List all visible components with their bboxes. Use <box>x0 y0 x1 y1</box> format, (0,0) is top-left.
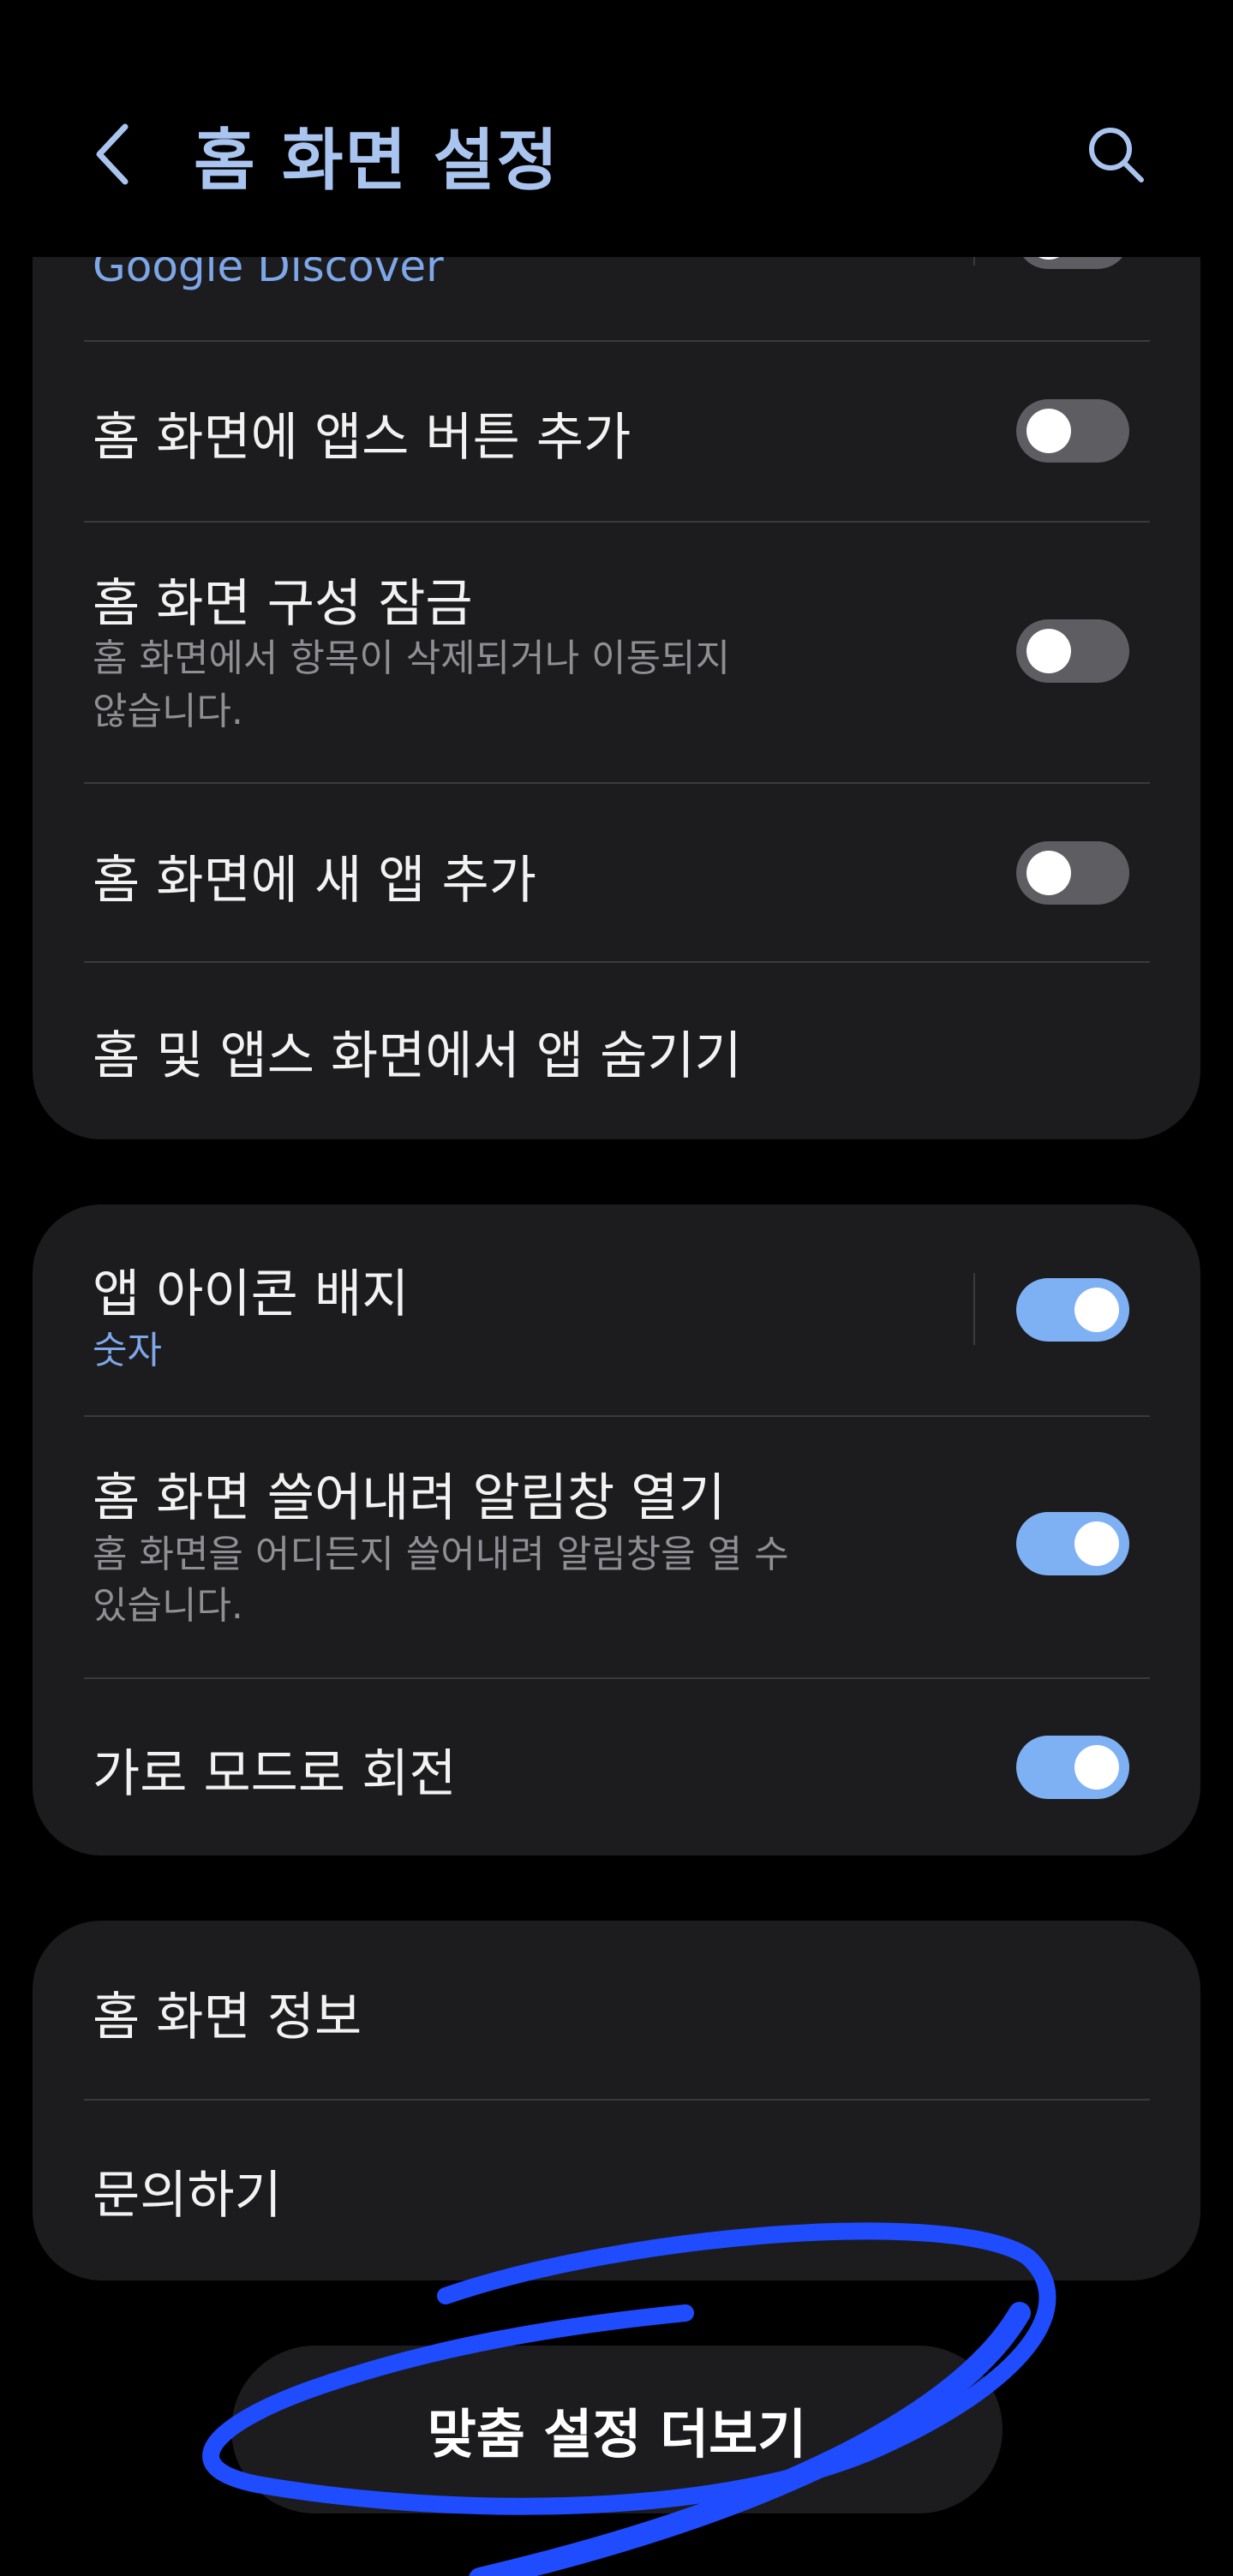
app-header: 홈 화면 설정 <box>0 0 1233 257</box>
home-info-label: 홈 화면 정보 <box>93 1987 362 2047</box>
toggle-knob <box>1074 1288 1119 1332</box>
lock-layout-label: 홈 화면 구성 잠금 <box>93 574 473 634</box>
toggle-knob <box>1074 1745 1119 1790</box>
add-new-apps-label: 홈 화면에 새 앱 추가 <box>93 851 536 911</box>
swipe-notifications-desc-2: 있습니다. <box>93 1584 243 1628</box>
lock-layout-desc-2: 않습니다. <box>93 690 243 733</box>
list-item-home-info[interactable]: 홈 화면 정보 <box>33 1921 1200 2099</box>
lock-layout-toggle[interactable] <box>1016 619 1129 683</box>
swipe-notifications-desc-1: 홈 화면을 어디든지 쓸어내려 알림창을 열 수 <box>93 1533 789 1576</box>
toggle-knob <box>1027 409 1071 453</box>
search-icon <box>1089 128 1144 182</box>
page-title: 홈 화면 설정 <box>194 123 560 200</box>
list-item-lock-layout[interactable]: 홈 화면 구성 잠금 홈 화면에서 항목이 삭제되거나 이동되지 않습니다. <box>33 523 1200 783</box>
toggle-separator <box>973 1273 975 1345</box>
more-customization-button[interactable]: 맞춤 설정 더보기 <box>231 2346 1003 2513</box>
swipe-notifications-label: 홈 화면 쓸어내려 알림창 열기 <box>93 1468 726 1528</box>
hide-apps-label: 홈 및 앱스 화면에서 앱 숨기기 <box>93 1026 742 1086</box>
icon-badges-toggle[interactable] <box>1016 1278 1129 1342</box>
swipe-notifications-toggle[interactable] <box>1016 1512 1129 1575</box>
list-item-add-new-apps[interactable]: 홈 화면에 새 앱 추가 <box>33 784 1200 962</box>
contact-us-label: 문의하기 <box>93 2166 282 2226</box>
list-item-swipe-notifications[interactable]: 홈 화면 쓸어내려 알림창 열기 홈 화면을 어디든지 쓸어내려 알림창을 열 … <box>33 1417 1200 1677</box>
list-item-icon-badges[interactable]: 앱 아이콘 배지 숫자 <box>33 1204 1200 1415</box>
rotate-landscape-toggle[interactable] <box>1016 1736 1129 1799</box>
apps-button-label: 홈 화면에 앱스 버튼 추가 <box>93 408 631 468</box>
list-item-hide-apps[interactable]: 홈 및 앱스 화면에서 앱 숨기기 <box>33 963 1200 1139</box>
lock-layout-desc-1: 홈 화면에서 항목이 삭제되거나 이동되지 <box>93 637 731 680</box>
chevron-left-icon <box>96 123 129 185</box>
list-item-contact-us[interactable]: 문의하기 <box>33 2101 1200 2280</box>
search-button[interactable] <box>1081 120 1150 188</box>
rotate-landscape-label: 가로 모드로 회전 <box>93 1744 457 1804</box>
settings-group-badges: 앱 아이콘 배지 숫자 홈 화면 쓸어내려 알림창 열기 홈 화면을 어디든지 … <box>33 1204 1200 1856</box>
icon-badges-label: 앱 아이콘 배지 <box>93 1264 410 1324</box>
add-new-apps-toggle[interactable] <box>1016 841 1129 905</box>
list-item-rotate-landscape[interactable]: 가로 모드로 회전 <box>33 1679 1200 1856</box>
apps-button-toggle[interactable] <box>1016 399 1129 463</box>
settings-group-home: Google Discover 홈 화면에 앱스 버튼 추가 홈 화면 구성 잠… <box>33 120 1200 1139</box>
toggle-knob <box>1027 629 1071 673</box>
toggle-knob <box>1027 851 1071 895</box>
icon-badges-value: 숫자 <box>93 1329 162 1372</box>
settings-group-info: 홈 화면 정보 문의하기 <box>33 1921 1200 2280</box>
back-button[interactable] <box>82 116 142 193</box>
list-item-apps-button[interactable]: 홈 화면에 앱스 버튼 추가 <box>33 341 1200 521</box>
toggle-knob <box>1074 1521 1119 1566</box>
